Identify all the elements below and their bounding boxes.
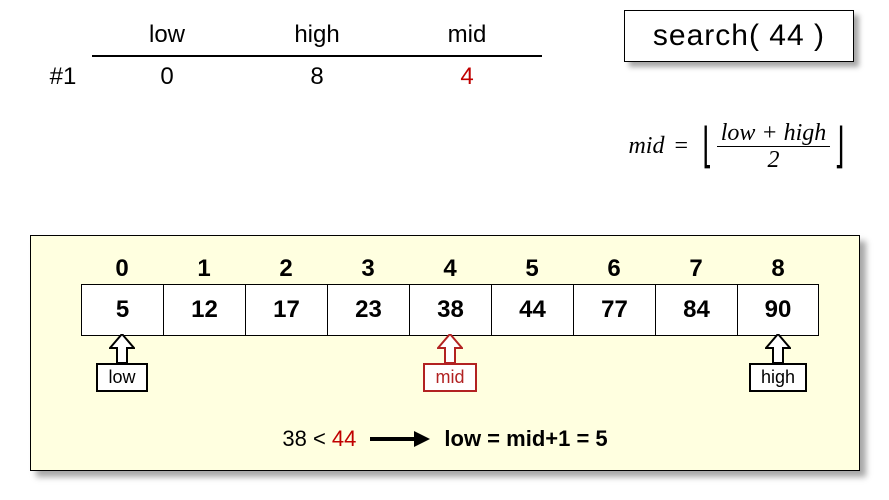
mid-formula: mid = ⌊ low + high 2 ⌋ bbox=[628, 120, 849, 174]
binary-search-step-diagram: low high mid #1 0 8 4 search( 44 ) mid =… bbox=[0, 0, 889, 500]
comparison-result: low = mid+1 = 5 bbox=[444, 426, 607, 452]
array-panel: 0 5 low 1 12 2 17 bbox=[30, 235, 860, 471]
array-value: 77 bbox=[573, 284, 655, 336]
arrow-up-icon bbox=[109, 334, 135, 364]
array-cell-7: 7 84 bbox=[655, 254, 737, 336]
trace-low-value: 0 bbox=[92, 56, 242, 97]
array-value: 38 bbox=[409, 284, 491, 336]
pointer-mid: mid bbox=[409, 334, 491, 392]
array-index: 3 bbox=[327, 254, 409, 284]
array-index: 0 bbox=[81, 254, 163, 284]
array-cell-8: 8 90 high bbox=[737, 254, 819, 336]
formula-fraction: low + high 2 bbox=[717, 120, 831, 174]
array-value: 23 bbox=[327, 284, 409, 336]
array-value: 90 bbox=[737, 284, 819, 336]
trace-header-low: low bbox=[92, 15, 242, 56]
arrow-up-icon bbox=[437, 334, 463, 364]
array-cell-4: 4 38 mid bbox=[409, 254, 491, 336]
array-value: 12 bbox=[163, 284, 245, 336]
arrow-up-icon bbox=[765, 334, 791, 364]
trace-high-value: 8 bbox=[242, 56, 392, 97]
array-cell-2: 2 17 bbox=[245, 254, 327, 336]
array-cell-5: 5 44 bbox=[491, 254, 573, 336]
comparison-op: < bbox=[313, 426, 326, 451]
array-index: 4 bbox=[409, 254, 491, 284]
comparison-line: 38 < 44 low = mid+1 = 5 bbox=[51, 426, 839, 452]
floor-left-bracket: ⌊ bbox=[702, 123, 712, 171]
array-cell-0: 0 5 low bbox=[81, 254, 163, 336]
array-index: 5 bbox=[491, 254, 573, 284]
formula-denominator: 2 bbox=[763, 147, 783, 173]
trace-step-label: #1 bbox=[38, 56, 92, 97]
search-call-box: search( 44 ) bbox=[624, 10, 854, 62]
trace-header-mid: mid bbox=[392, 15, 542, 56]
pointer-mid-label: mid bbox=[423, 363, 476, 392]
arrow-right-icon bbox=[370, 430, 430, 448]
array-cell-1: 1 12 bbox=[163, 254, 245, 336]
array-value: 84 bbox=[655, 284, 737, 336]
pointer-high: high bbox=[737, 334, 819, 392]
pointer-high-label: high bbox=[749, 363, 807, 392]
array-index: 6 bbox=[573, 254, 655, 284]
array-cell-6: 6 77 bbox=[573, 254, 655, 336]
array-cell-3: 3 23 bbox=[327, 254, 409, 336]
formula-numerator: low + high bbox=[717, 120, 831, 146]
equals-sign: = bbox=[674, 133, 688, 160]
array-index: 8 bbox=[737, 254, 819, 284]
array-value: 5 bbox=[81, 284, 163, 336]
floor-right-bracket: ⌋ bbox=[834, 123, 844, 171]
array-index: 7 bbox=[655, 254, 737, 284]
formula-lhs: mid bbox=[628, 133, 664, 160]
pointer-low-label: low bbox=[96, 363, 147, 392]
array-value: 44 bbox=[491, 284, 573, 336]
array-value: 17 bbox=[245, 284, 327, 336]
array-index: 1 bbox=[163, 254, 245, 284]
trace-mid-value: 4 bbox=[392, 56, 542, 97]
comparison-lhs: 38 bbox=[282, 426, 306, 451]
trace-table: low high mid #1 0 8 4 bbox=[38, 15, 542, 97]
trace-header-high: high bbox=[242, 15, 392, 56]
array-index: 2 bbox=[245, 254, 327, 284]
array: 0 5 low 1 12 2 17 bbox=[81, 254, 819, 336]
pointer-low: low bbox=[81, 334, 163, 392]
comparison-target: 44 bbox=[332, 426, 356, 451]
